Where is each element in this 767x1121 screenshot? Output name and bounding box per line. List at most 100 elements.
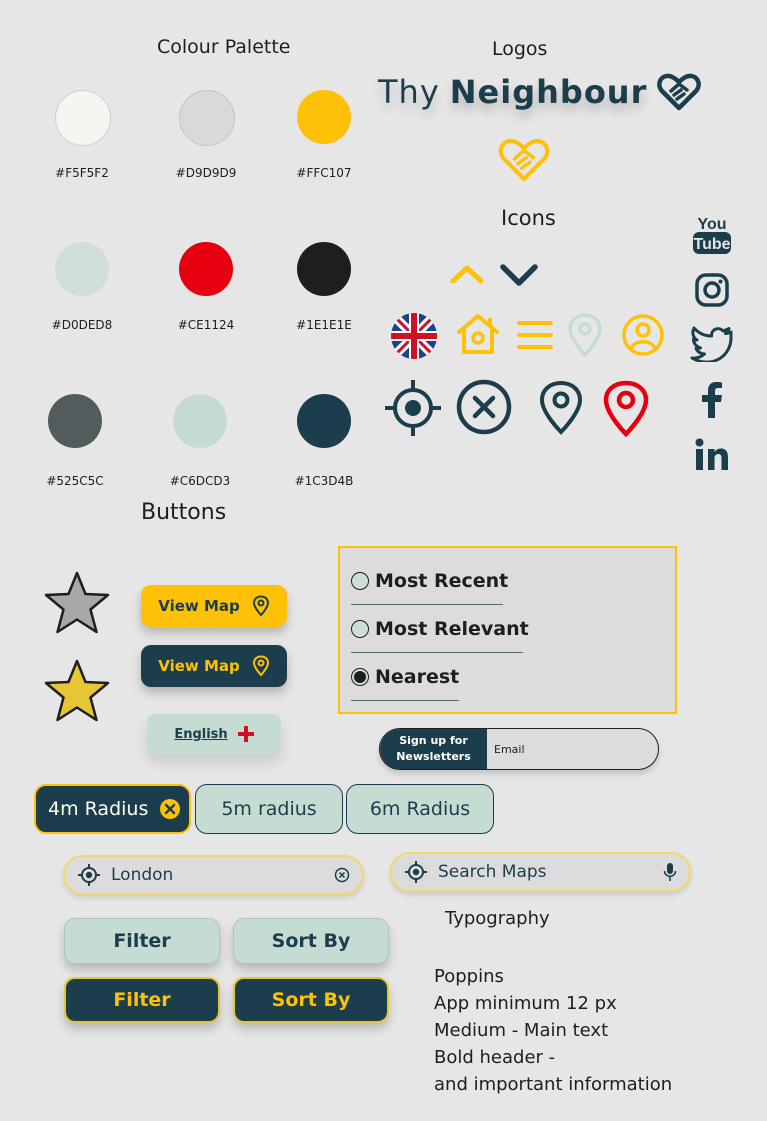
typography-medium-note: Medium - Main text <box>434 1020 609 1041</box>
location-input[interactable]: London <box>63 855 364 895</box>
youtube-icon: You Tube <box>693 216 731 254</box>
close-circle-icon[interactable] <box>159 798 181 820</box>
swatch-label: #525C5C <box>46 474 104 488</box>
heart-handshake-icon <box>657 73 702 111</box>
logos-heading: Logos <box>492 38 548 60</box>
newsletter-signup-button[interactable]: Sign up for Newsletters <box>380 729 487 769</box>
swatch-label: #1E1E1E <box>296 318 352 332</box>
twitter-icon <box>690 326 733 362</box>
language-label: English <box>174 726 228 742</box>
chevron-down-icon <box>500 264 538 286</box>
linkedin-icon <box>695 438 728 470</box>
filter-button-dark[interactable]: Filter <box>64 977 220 1023</box>
radio-button[interactable] <box>351 620 369 638</box>
language-button[interactable]: English <box>147 714 281 754</box>
sort-by-button-dark[interactable]: Sort By <box>233 977 389 1023</box>
svg-text:Tube: Tube <box>693 236 730 253</box>
star-outline-icon[interactable] <box>42 570 112 636</box>
swatch-light-grey <box>179 90 235 146</box>
search-maps-input[interactable]: Search Maps <box>390 852 691 892</box>
england-flag-icon <box>237 726 254 742</box>
sort-by-label: Sort By <box>271 930 351 952</box>
typography-bold-note: Bold header - <box>434 1047 556 1068</box>
view-map-button-dark[interactable]: View Map <box>141 645 287 687</box>
typography-min-size: App minimum 12 px <box>434 993 617 1014</box>
chip-6m-radius[interactable]: 6m Radius <box>346 784 494 834</box>
chip-4m-radius[interactable]: 4m Radius <box>34 784 191 834</box>
user-icon <box>622 314 664 356</box>
crosshair-icon[interactable] <box>77 863 101 887</box>
sort-option-label: Nearest <box>375 666 460 688</box>
typography-heading: Typography <box>445 908 550 929</box>
home-icon <box>457 314 499 354</box>
chip-5m-radius[interactable]: 5m radius <box>195 784 343 834</box>
swatch-label: #F5F5F2 <box>55 166 109 180</box>
close-circle-icon <box>456 379 512 435</box>
instagram-icon <box>695 273 729 307</box>
divider <box>351 700 459 701</box>
filter-label: Filter <box>113 930 171 952</box>
email-field[interactable]: Email <box>487 729 658 769</box>
newsletter-signup: Sign up for Newsletters Email <box>379 728 659 770</box>
sort-option-most-recent[interactable]: Most Recent <box>351 570 508 592</box>
swatch-navy <box>297 394 351 448</box>
logo-bold-text: Neighbour <box>449 73 648 111</box>
crosshair-icon <box>385 380 441 436</box>
menu-icon <box>517 321 553 349</box>
view-map-button-yellow[interactable]: View Map <box>141 585 287 627</box>
facebook-icon <box>702 382 722 418</box>
swatch-slate <box>48 394 102 448</box>
sort-option-nearest[interactable]: Nearest <box>351 666 459 688</box>
swatch-label: #D0DED8 <box>51 318 113 332</box>
radio-button-selected[interactable] <box>351 668 369 686</box>
email-placeholder: Email <box>494 742 525 756</box>
location-value: London <box>111 865 174 885</box>
swatch-label: #1C3D4B <box>294 474 354 488</box>
swatch-label: #D9D9D9 <box>175 166 237 180</box>
sort-option-most-relevant[interactable]: Most Relevant <box>351 618 529 640</box>
wordmark-logo: Thy Neighbour <box>378 72 702 112</box>
swatch-red <box>179 242 233 296</box>
typography-font-name: Poppins <box>434 966 504 987</box>
swatch-off-white <box>55 90 111 146</box>
microphone-icon[interactable] <box>663 862 677 882</box>
uk-flag-icon <box>391 313 437 359</box>
swatch-sage <box>173 394 227 448</box>
location-pin-outline-icon <box>568 313 602 358</box>
location-pin-icon <box>539 380 583 435</box>
sort-option-label: Most Recent <box>375 570 509 592</box>
search-placeholder: Search Maps <box>438 862 547 882</box>
svg-text:You: You <box>697 216 726 233</box>
sort-option-label: Most Relevant <box>375 618 529 640</box>
sort-by-button-light[interactable]: Sort By <box>233 918 389 964</box>
typography-bold-note-cont: and important information <box>434 1074 673 1095</box>
swatch-mint <box>55 242 109 296</box>
location-pin-icon <box>252 595 269 617</box>
chevron-up-icon <box>450 265 484 284</box>
swatch-label: #CE1124 <box>177 318 235 332</box>
divider <box>351 652 523 653</box>
logo-thin-text: Thy <box>378 73 440 111</box>
star-filled-icon[interactable] <box>42 658 112 724</box>
colour-palette-heading: Colour Palette <box>157 36 291 58</box>
chip-label: 6m Radius <box>369 798 471 820</box>
swatch-black <box>297 242 351 296</box>
filter-button-light[interactable]: Filter <box>64 918 220 964</box>
chip-label: 4m Radius <box>48 798 149 820</box>
swatch-yellow <box>297 90 351 144</box>
swatch-label: #C6DCD3 <box>169 474 231 488</box>
icons-heading: Icons <box>501 206 556 230</box>
crosshair-icon[interactable] <box>404 860 428 884</box>
clear-icon[interactable] <box>334 867 350 883</box>
chip-label: 5m radius <box>221 798 317 820</box>
divider <box>351 604 503 605</box>
radio-button[interactable] <box>351 572 369 590</box>
filter-label: Filter <box>113 989 171 1011</box>
swatch-label: #FFC107 <box>296 166 352 180</box>
view-map-label: View Map <box>158 657 240 675</box>
newsletter-label-line1: Sign up for <box>399 734 468 747</box>
buttons-heading: Buttons <box>141 500 227 525</box>
location-pin-icon <box>252 655 269 677</box>
location-pin-red-icon <box>603 380 649 438</box>
sort-by-label: Sort By <box>271 989 351 1011</box>
